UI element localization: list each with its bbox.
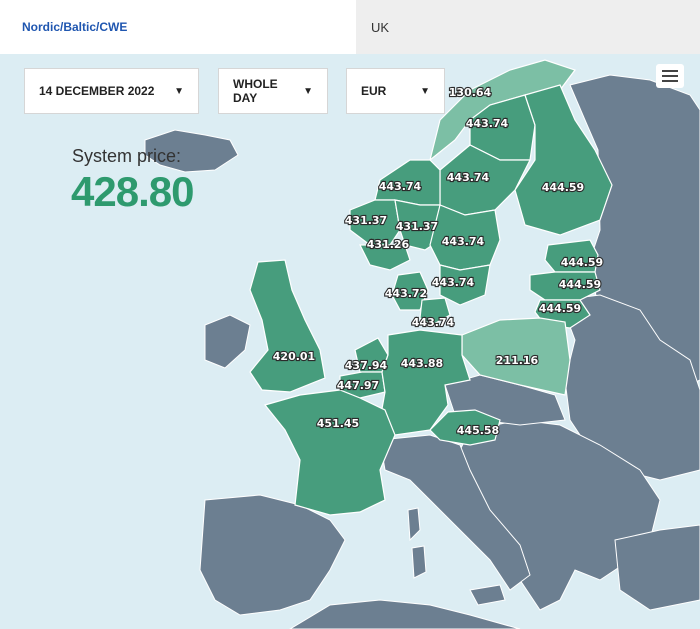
region-tabs: Nordic/Baltic/CWE UK — [0, 0, 700, 54]
tab-uk[interactable]: UK — [356, 0, 700, 54]
europe-map: 130.64 443.74 443.74 444.59 443.74 431.3… — [144, 59, 700, 629]
area-price-no1: 431.37 — [396, 220, 438, 233]
area-price-at: 445.58 — [457, 424, 499, 437]
currency-select[interactable]: EUR ▼ — [346, 68, 445, 114]
zone-fr — [263, 389, 396, 516]
area-price-pl: 211.16 — [496, 354, 539, 367]
date-select-value: 14 DECEMBER 2022 — [39, 84, 155, 98]
date-select[interactable]: 14 DECEMBER 2022 ▼ — [24, 68, 199, 114]
land-ireland — [204, 314, 251, 369]
area-price-nl: 437.94 — [345, 359, 388, 372]
area-price-se2: 443.74 — [447, 171, 490, 184]
tab-nordic-baltic-cwe[interactable]: Nordic/Baltic/CWE — [0, 0, 356, 54]
area-price-gb: 420.01 — [273, 350, 315, 363]
caret-down-icon: ▼ — [303, 85, 313, 97]
zone-gb — [249, 259, 326, 393]
hamburger-menu-icon[interactable] — [656, 64, 684, 88]
area-price-de: 443.88 — [401, 357, 443, 370]
land-sardinia-corsica — [407, 507, 427, 579]
market-map-app: Nordic/Baltic/CWE UK 130.64 443.74 443.7… — [0, 0, 700, 629]
land-north-africa — [289, 599, 521, 629]
area-price-fi: 444.59 — [542, 181, 584, 194]
area-price-fr: 451.45 — [317, 417, 359, 430]
area-price-se1: 443.74 — [466, 117, 509, 130]
system-price-label: System price: — [72, 146, 182, 166]
land-sicily — [469, 584, 506, 606]
price-map: 130.64 443.74 443.74 444.59 443.74 431.3… — [0, 54, 700, 629]
area-price-no4: 130.64 — [449, 86, 492, 99]
currency-select-value: EUR — [361, 84, 387, 98]
caret-down-icon: ▼ — [174, 85, 184, 97]
area-price-no3: 443.74 — [379, 180, 422, 193]
area-price-se3: 443.74 — [442, 235, 485, 248]
caret-down-icon: ▼ — [420, 85, 430, 97]
period-select-value: WHOLE DAY — [233, 77, 278, 105]
area-price-be: 447.97 — [337, 379, 379, 392]
area-price-lt: 444.59 — [539, 302, 581, 315]
area-price-dk1: 443.72 — [385, 287, 427, 300]
area-price-no2: 431.26 — [367, 238, 410, 251]
period-select[interactable]: WHOLE DAY ▼ — [218, 68, 328, 114]
area-price-no5: 431.37 — [345, 214, 387, 227]
area-price-dk2: 443.74 — [412, 316, 455, 329]
land-turkey — [614, 524, 700, 611]
area-price-lv: 444.59 — [559, 278, 601, 291]
area-price-ee: 444.59 — [561, 256, 603, 269]
area-price-se4: 443.74 — [432, 276, 475, 289]
system-price-value: 428.80 — [71, 168, 194, 215]
